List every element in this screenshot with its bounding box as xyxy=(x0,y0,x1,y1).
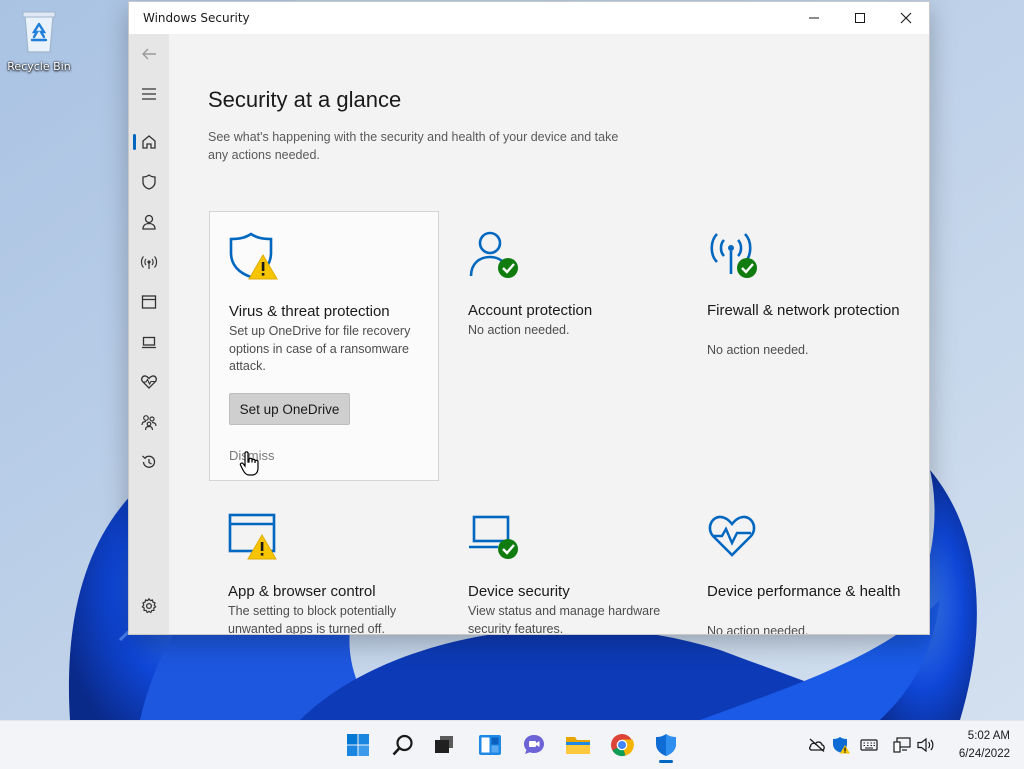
minimize-icon xyxy=(809,17,819,19)
card-title: Account protection xyxy=(468,302,593,319)
recycle-bin-icon xyxy=(22,11,56,53)
card-virus-threat-protection[interactable]: Virus & threat protection Set up OneDriv… xyxy=(209,211,439,481)
browser-warning-icon xyxy=(228,513,277,560)
nav-device-performance[interactable] xyxy=(129,364,169,400)
windows-security-taskbar-button[interactable] xyxy=(648,727,684,763)
wifi-icon xyxy=(140,256,158,269)
task-view-icon xyxy=(435,736,453,753)
card-description: No action needed. xyxy=(707,343,809,357)
folder-icon xyxy=(566,737,590,754)
card-firewall-network[interactable]: Firewall & network protection No action … xyxy=(688,211,918,481)
menu-button[interactable] xyxy=(129,76,169,112)
speaker-icon xyxy=(917,737,934,753)
nav-family-options[interactable] xyxy=(129,404,169,440)
close-button[interactable] xyxy=(883,2,929,34)
window-title: Windows Security xyxy=(143,11,250,25)
volume-tray-icon[interactable] xyxy=(917,736,935,754)
nav-settings[interactable] xyxy=(129,588,169,624)
title-bar[interactable]: Windows Security xyxy=(129,2,929,34)
family-icon xyxy=(141,415,157,431)
windows-security-shield-icon xyxy=(656,734,676,756)
clock-date: 6/24/2022 xyxy=(958,748,1010,760)
laptop-icon xyxy=(142,336,156,349)
widgets-button[interactable] xyxy=(472,727,508,763)
nav-firewall-network[interactable] xyxy=(129,244,169,280)
keyboard-tray-icon[interactable] xyxy=(860,736,878,754)
nav-device-security[interactable] xyxy=(129,324,169,360)
card-device-security[interactable]: Device security View status and manage h… xyxy=(449,492,679,634)
close-icon xyxy=(900,12,912,24)
recycle-bin-desktop-icon[interactable]: Recycle Bin xyxy=(4,8,74,73)
page-subtitle: See what's happening with the security a… xyxy=(208,130,619,162)
network-monitor-icon xyxy=(893,737,911,753)
chat-button[interactable] xyxy=(516,727,552,763)
setup-onedrive-button[interactable]: Set up OneDrive xyxy=(229,393,350,425)
nav-account-protection[interactable] xyxy=(129,204,169,240)
browser-window-icon xyxy=(141,295,157,309)
recycle-bin-label: Recycle Bin xyxy=(7,60,71,73)
nav-protection-history[interactable] xyxy=(129,444,169,480)
card-title: App & browser control xyxy=(228,583,376,600)
page-title: Security at a glance xyxy=(208,87,402,112)
wifi-check-icon xyxy=(710,233,757,278)
heart-health-icon xyxy=(141,375,157,389)
minimize-button[interactable] xyxy=(791,2,837,34)
card-app-browser-control[interactable]: App & browser control The setting to blo… xyxy=(209,492,439,634)
search-icon xyxy=(392,734,413,756)
shield-warning-icon xyxy=(229,232,278,280)
maximize-icon xyxy=(855,13,865,23)
heart-pulse-icon xyxy=(708,515,756,557)
card-description: No action needed. xyxy=(468,323,570,337)
person-icon xyxy=(142,214,156,230)
widgets-icon xyxy=(479,735,501,755)
hamburger-menu-icon xyxy=(142,88,156,100)
search-button[interactable] xyxy=(385,727,421,763)
windows-start-icon xyxy=(347,734,369,756)
maximize-button[interactable] xyxy=(837,2,883,34)
windows-security-window: Windows Security Security at a glance Se… xyxy=(128,1,930,635)
chrome-icon xyxy=(611,734,634,757)
person-check-icon xyxy=(469,231,518,278)
laptop-check-icon xyxy=(469,515,518,559)
card-description: Set up OneDrive for file recovery option… xyxy=(229,324,411,373)
network-tray-icon[interactable] xyxy=(893,736,911,754)
nav-virus-threat-protection[interactable] xyxy=(129,164,169,200)
settings-gear-icon xyxy=(141,597,157,614)
card-description: No action needed. xyxy=(707,624,809,634)
file-explorer-button[interactable] xyxy=(560,727,596,763)
taskbar: 5:02 AM 6/24/2022 xyxy=(0,720,1024,769)
home-icon xyxy=(142,135,156,149)
main-content: Security at a glance See what's happenin… xyxy=(169,34,929,634)
task-view-button[interactable] xyxy=(426,727,462,763)
nav-app-browser-control[interactable] xyxy=(129,284,169,320)
clock-time: 5:02 AM xyxy=(967,730,1010,742)
navigation-pane xyxy=(129,34,169,634)
chrome-button[interactable] xyxy=(604,727,640,763)
shield-icon xyxy=(142,174,156,190)
card-device-performance[interactable]: Device performance & health No action ne… xyxy=(688,492,918,634)
nav-home[interactable] xyxy=(129,124,169,160)
card-title: Device security xyxy=(468,583,570,600)
card-title: Firewall & network protection xyxy=(707,302,900,319)
security-tray-icon[interactable] xyxy=(832,736,850,754)
card-description: View status and manage hardware security… xyxy=(468,604,661,634)
hand-cursor-icon xyxy=(239,451,259,476)
chat-icon xyxy=(524,735,544,754)
card-description: The setting to block potentially unwante… xyxy=(228,604,397,634)
card-title: Virus & threat protection xyxy=(229,303,390,320)
back-button[interactable] xyxy=(129,36,169,72)
start-button[interactable] xyxy=(340,727,376,763)
history-icon xyxy=(142,455,156,468)
onedrive-tray-icon[interactable] xyxy=(808,736,826,754)
card-title: Device performance & health xyxy=(707,583,901,600)
cloud-offline-icon xyxy=(809,738,825,752)
shield-warning-tray-icon xyxy=(833,737,850,754)
card-account-protection[interactable]: Account protection No action needed. xyxy=(449,211,679,481)
keyboard-icon xyxy=(860,739,878,751)
back-icon xyxy=(142,48,156,60)
taskbar-clock[interactable]: 5:02 AM 6/24/2022 xyxy=(940,727,1010,763)
